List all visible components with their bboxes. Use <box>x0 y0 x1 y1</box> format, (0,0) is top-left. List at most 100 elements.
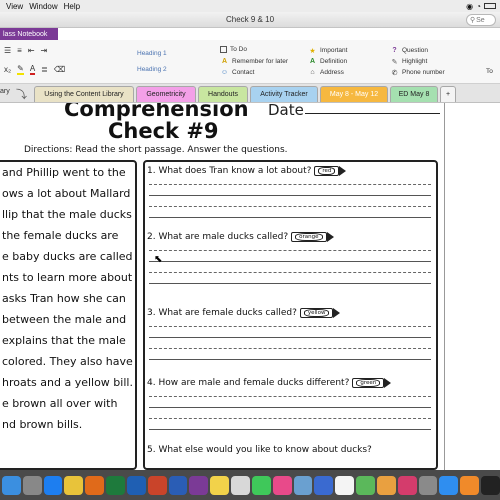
style-heading2[interactable]: Heading 2 <box>125 62 200 78</box>
question-text: 5. What else would you like to know abou… <box>147 445 372 455</box>
bullet-list-icon[interactable]: ☰ <box>4 46 11 55</box>
tab-ed-may-8[interactable]: ED May 8 <box>390 86 438 102</box>
tag-definition[interactable]: A Definition <box>308 57 347 66</box>
tab-geometricity[interactable]: Geometricity <box>136 86 196 102</box>
tag-phone[interactable]: ✆ Phone number <box>390 68 445 77</box>
battery-icon[interactable] <box>484 3 496 9</box>
maps-icon[interactable] <box>356 475 375 495</box>
passage-line: llip that the male ducks <box>2 208 132 221</box>
crayon-color-label: yellow <box>303 309 330 317</box>
window-title: Check 9 & 10 <box>225 15 275 24</box>
wifi-icon[interactable]: ◔ <box>476 2 481 11</box>
powerpoint-icon[interactable] <box>147 475 167 495</box>
tab-may-8-may-12[interactable]: May 8 - May 12 <box>320 86 388 102</box>
safari-icon[interactable] <box>43 475 63 495</box>
ribbon: ☰ ≡ ⇤ ⇥ x₂ ✎ A ≣ ⌫ Heading 1 Heading 2 T… <box>0 40 500 84</box>
answer-line <box>149 261 431 262</box>
books-icon[interactable] <box>460 475 480 495</box>
tab-handouts[interactable]: Handouts <box>198 86 248 102</box>
clear-format-icon[interactable]: ⌫ <box>54 65 65 74</box>
keynote-icon[interactable] <box>314 475 334 495</box>
finder-icon[interactable] <box>2 475 21 495</box>
tag-address[interactable]: ⌂ Address <box>308 68 344 77</box>
indent-icon[interactable]: ⇥ <box>41 46 48 55</box>
worksheet-title-line2: Check #9 <box>108 119 219 143</box>
answer-line <box>149 407 431 408</box>
tag-todo-right[interactable]: To <box>486 68 493 75</box>
page-canvas[interactable]: Comprehension Check #9 Date Directions: … <box>0 103 500 470</box>
appstore-icon[interactable] <box>439 475 459 495</box>
onenote-icon[interactable] <box>189 475 209 495</box>
subscript-icon[interactable]: x₂ <box>4 65 11 74</box>
tab-label: Handouts <box>208 91 238 98</box>
settings-icon[interactable] <box>418 475 438 495</box>
align-icon[interactable]: ≣ <box>41 65 48 74</box>
crayon-body: red <box>314 166 340 176</box>
record-icon[interactable]: ◉ <box>466 2 473 11</box>
word-icon[interactable] <box>168 475 188 495</box>
tag-question[interactable]: ? Question <box>390 46 428 55</box>
passage-line: explains that the male <box>2 334 126 347</box>
highlight-color-icon[interactable]: ✎ <box>17 64 24 75</box>
crayon-color-label: red <box>318 167 336 175</box>
tag-address-label: Address <box>320 69 344 76</box>
passage-line: nd brown bills. <box>2 418 83 431</box>
outlook-icon[interactable] <box>126 475 146 495</box>
menu-help[interactable]: Help <box>64 2 80 11</box>
calendar-icon[interactable] <box>335 475 355 495</box>
tag-highlight[interactable]: ✎ Highlight <box>390 57 428 66</box>
library-label: ary <box>0 88 10 95</box>
notebook-tab[interactable]: lass Notebook <box>0 28 58 40</box>
question-icon: ? <box>392 47 397 54</box>
menu-view[interactable]: View <box>6 2 23 11</box>
add-section-button[interactable]: + <box>440 86 456 102</box>
menu-window[interactable]: Window <box>29 2 57 11</box>
excel-icon[interactable] <box>106 475 125 495</box>
tag-question-label: Question <box>402 47 429 54</box>
font-color-icon[interactable]: A <box>29 64 36 75</box>
answer-line <box>149 272 431 273</box>
crayon-color-label: orange <box>295 233 323 241</box>
search-icon: ⚲ <box>470 17 476 24</box>
crayon-body: yellow <box>299 308 334 318</box>
passage-line: hroats and a yellow bill. <box>2 376 133 389</box>
style-heading1[interactable]: Heading 1 <box>125 46 200 62</box>
answer-line <box>149 283 431 284</box>
firefox-icon[interactable] <box>85 475 105 495</box>
tag-contact[interactable]: ☺ Contact <box>220 68 254 77</box>
passage-line: nts to learn more about <box>2 271 133 284</box>
tag-highlight-label: Highlight <box>402 58 428 65</box>
crayon-tip <box>326 232 334 242</box>
tag-important[interactable]: ★ Important <box>308 46 347 55</box>
preview-icon[interactable] <box>293 475 313 495</box>
tag-remember[interactable]: A Remember for later <box>220 57 288 66</box>
tag-phone-label: Phone number <box>402 69 445 76</box>
styles-gallery[interactable]: Heading 1 Heading 2 <box>125 46 200 78</box>
crayon-tip <box>333 308 341 318</box>
launchpad-icon[interactable] <box>22 475 42 495</box>
notes-icon[interactable] <box>210 475 230 495</box>
passage-line: e baby ducks are called <box>2 250 133 263</box>
photos-icon[interactable] <box>231 475 250 495</box>
music-icon[interactable] <box>397 475 417 495</box>
crayon-icon: orange <box>291 232 334 242</box>
crayon-body: green <box>352 378 385 388</box>
library-icon[interactable]: ⤵ <box>16 86 27 102</box>
search-input[interactable]: ⚲ Se <box>466 14 496 26</box>
chrome-icon[interactable] <box>64 475 84 495</box>
app-bar: lass Notebook <box>0 28 500 40</box>
question-text: 3. What are female ducks called? <box>147 308 297 318</box>
terminal-icon[interactable] <box>481 475 500 495</box>
tag-todo[interactable]: To Do <box>220 46 247 53</box>
crayon-tip <box>339 166 347 176</box>
tab-using-content-library[interactable]: Using the Content Library <box>34 86 134 102</box>
photos2-icon[interactable] <box>376 475 396 495</box>
itunes-icon[interactable] <box>272 475 292 495</box>
section-tab-strip: ary ⤵ Using the Content Library Geometri… <box>0 84 500 103</box>
outdent-icon[interactable]: ⇤ <box>28 46 35 55</box>
numbered-list-icon[interactable]: ≡ <box>17 46 22 55</box>
question-2: 2. What are male ducks called? orange <box>147 232 334 242</box>
star-icon: ★ <box>309 47 316 55</box>
messages-icon[interactable] <box>251 475 271 495</box>
tab-activity-tracker[interactable]: Activity Tracker <box>250 86 318 102</box>
